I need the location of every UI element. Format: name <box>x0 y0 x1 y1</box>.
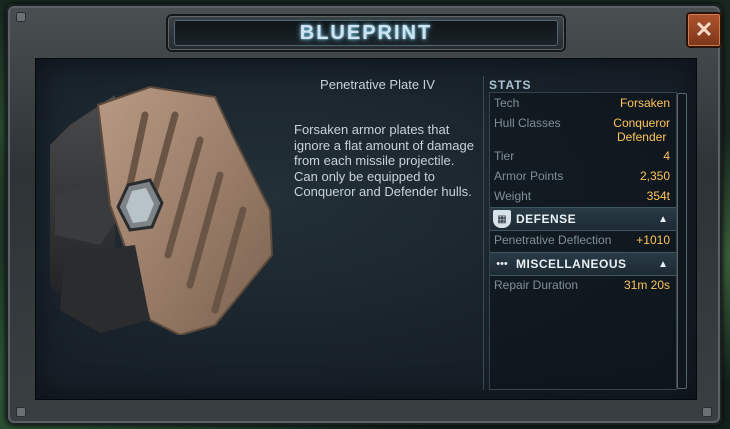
close-button[interactable]: ✕ <box>686 12 722 48</box>
chevron-up-icon: ▲ <box>658 213 668 225</box>
dots-icon: ••• <box>496 258 508 270</box>
section-miscellaneous-header[interactable]: ••• MISCELLANEOUS ▲ <box>490 252 676 276</box>
stats-header: STATS <box>489 78 532 92</box>
window-title: BLUEPRINT <box>299 21 433 44</box>
item-name: Penetrative Plate IV <box>320 77 435 92</box>
close-icon: ✕ <box>694 17 714 42</box>
item-description: Forsaken armor plates that ignore a flat… <box>294 122 474 199</box>
rivet <box>702 407 712 417</box>
rivet <box>16 407 26 417</box>
chevron-up-icon: ▲ <box>658 258 668 270</box>
stats-scrollbar[interactable] <box>677 93 687 389</box>
title-bar: BLUEPRINT <box>166 14 566 52</box>
section-defense-header[interactable]: ▦ DEFENSE ▲ <box>490 207 676 231</box>
stats-panel: STATS Tech Forsaken Hull Classes Conquer… <box>483 76 692 390</box>
rivet <box>16 12 26 22</box>
stats-list: Tech Forsaken Hull Classes Conqueror Def… <box>489 92 677 390</box>
shield-icon: ▦ <box>493 210 511 228</box>
armor-plate-image <box>50 85 274 335</box>
